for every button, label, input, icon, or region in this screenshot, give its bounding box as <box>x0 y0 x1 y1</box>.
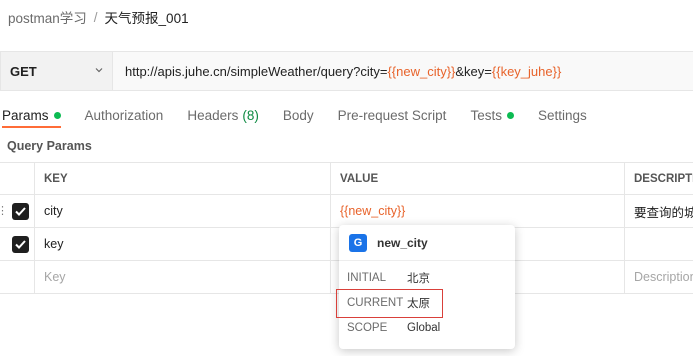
popover-row-scope: SCOPE Global <box>347 322 441 334</box>
check-icon <box>15 240 26 249</box>
url-variable[interactable]: {{new_city}} <box>387 64 455 79</box>
param-key-input[interactable]: key <box>34 228 330 260</box>
param-value-input[interactable]: {{new_city}} <box>330 195 624 227</box>
tab-settings[interactable]: Settings <box>538 108 587 123</box>
request-name[interactable]: 天气预报_001 <box>105 7 189 27</box>
variable-name: new_city <box>377 235 428 250</box>
url-variable[interactable]: {{key_juhe}} <box>492 64 561 79</box>
tab-label: Tests <box>470 107 502 123</box>
param-key-input[interactable]: city <box>34 195 330 227</box>
check-icon <box>15 207 26 216</box>
tab-body[interactable]: Body <box>283 108 314 123</box>
tab-headers[interactable]: Headers (8) <box>187 108 259 123</box>
initial-value: 北京 <box>407 273 430 285</box>
param-description-input[interactable] <box>624 228 693 260</box>
table-row: ⋮ city {{new_city}} 要查询的城 <box>0 195 693 228</box>
popover-header: G new_city <box>339 225 515 261</box>
breadcrumb-collection[interactable]: postman学习 <box>8 7 87 27</box>
variable-popover: G new_city INITIAL 北京 CURRENT 太原 SCOPE G… <box>339 225 515 349</box>
new-param-description-input[interactable]: Description <box>624 261 693 293</box>
url-segment: http://apis.juhe.cn/simpleWeather/query?… <box>125 63 388 79</box>
popover-row-initial: INITIAL 北京 <box>347 272 430 285</box>
column-header-description: DESCRIPTI <box>624 163 693 194</box>
new-param-key-input[interactable]: Key <box>34 261 330 293</box>
url-segment: &key= <box>455 63 492 79</box>
status-dot-icon <box>53 111 61 119</box>
request-tabs: Params Authorization Headers (8) Body Pr… <box>2 104 611 128</box>
row-checkbox-cell: ⋮ <box>0 195 34 227</box>
status-dot-icon <box>506 111 514 119</box>
chevron-down-icon <box>95 68 103 73</box>
annotation-highlight-box <box>336 289 443 318</box>
tab-label: Settings <box>537 107 587 123</box>
url-text: http://apis.juhe.cn/simpleWeather/query?… <box>125 64 561 79</box>
method-select[interactable]: GET <box>0 51 112 91</box>
tab-pre-request-script[interactable]: Pre-request Script <box>338 108 447 123</box>
param-description-input[interactable]: 要查询的城 <box>624 195 693 227</box>
column-header-key: KEY <box>34 163 330 194</box>
method-label: GET <box>10 63 37 79</box>
tab-label: Authorization <box>84 107 164 123</box>
row-enabled-checkbox[interactable] <box>12 203 29 220</box>
headers-count-badge: (8) <box>242 107 259 123</box>
tab-label: Headers <box>187 107 239 123</box>
tab-label: Body <box>282 107 314 123</box>
drag-handle-icon[interactable]: ⋮ <box>0 204 8 217</box>
row-enabled-checkbox[interactable] <box>12 236 29 253</box>
breadcrumb-separator: / <box>93 9 98 25</box>
url-input[interactable]: http://apis.juhe.cn/simpleWeather/query?… <box>112 51 693 91</box>
column-header-value: VALUE <box>330 163 624 194</box>
scope-value: Global <box>407 322 441 334</box>
section-title: Query Params <box>7 139 92 153</box>
table-header-row: KEY VALUE DESCRIPTI <box>0 162 693 195</box>
breadcrumb: postman学习 / 天气预报_001 <box>8 7 189 27</box>
global-scope-icon: G <box>349 233 367 252</box>
row-checkbox-cell <box>0 261 34 293</box>
header-checkbox-cell <box>0 163 34 194</box>
row-checkbox-cell <box>0 228 34 260</box>
tab-tests[interactable]: Tests <box>470 108 514 123</box>
tab-label: Pre-request Script <box>337 107 447 123</box>
tab-label: Params <box>2 107 49 123</box>
tab-params[interactable]: Params <box>2 107 61 128</box>
tab-authorization[interactable]: Authorization <box>85 108 164 123</box>
